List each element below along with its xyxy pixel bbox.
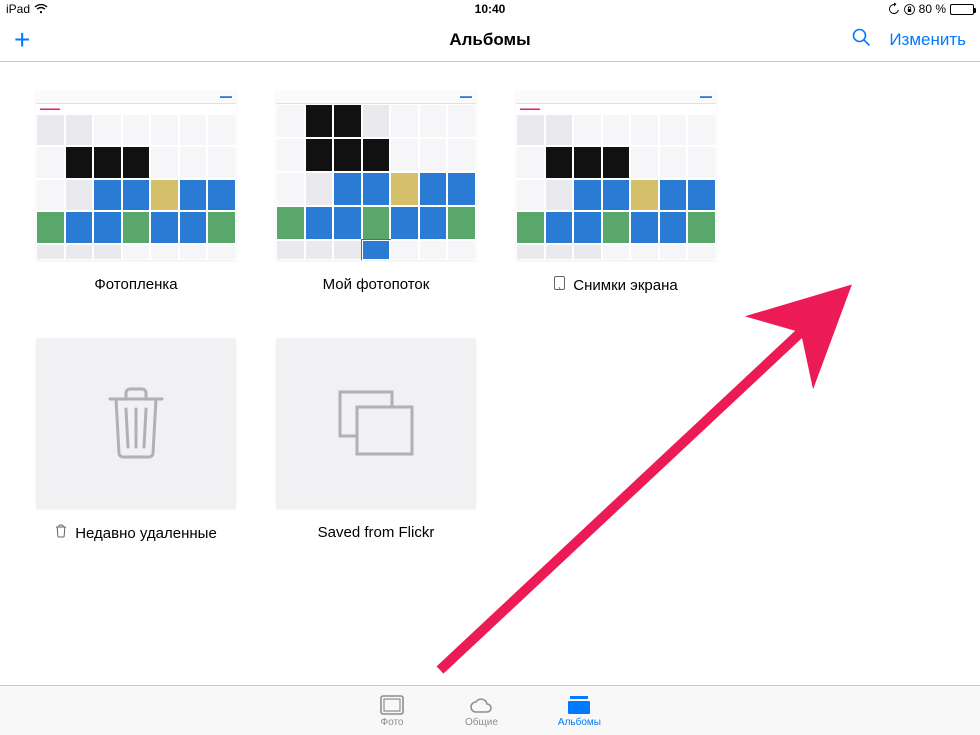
status-left: iPad [6, 2, 48, 16]
device-icon [554, 276, 565, 294]
tab-label: Общие [465, 717, 498, 728]
tab-photos[interactable]: Фото [379, 694, 405, 728]
album-thumbnail: ▬▬ ▬▬▬▬ [36, 90, 236, 260]
search-icon[interactable] [851, 27, 871, 52]
albums-grid: ▬▬ ▬▬▬▬ Фотопленка ▬▬ [36, 90, 944, 542]
album-recently-deleted[interactable]: Недавно удаленные [36, 338, 236, 542]
battery-icon [950, 4, 974, 15]
album-thumbnail: ▬▬ [276, 90, 476, 260]
stack-icon [337, 389, 415, 457]
trash-mini-icon [55, 524, 67, 542]
album-label: Мой фотопоток [323, 276, 430, 293]
nav-left: + [14, 26, 30, 54]
edit-button[interactable]: Изменить [889, 30, 966, 50]
add-button[interactable]: + [14, 26, 30, 54]
content: ▬▬ ▬▬▬▬ Фотопленка ▬▬ [0, 62, 980, 570]
album-label: Saved from Flickr [318, 524, 435, 541]
wifi-icon [34, 4, 48, 14]
album-screenshots[interactable]: ▬▬ ▬▬▬▬ Снимки экрана [516, 90, 716, 294]
tab-albums[interactable]: Альбомы [558, 694, 601, 728]
album-thumbnail: ▬▬ ▬▬▬▬ [516, 90, 716, 260]
sync-icon [888, 3, 900, 15]
trash-icon [104, 385, 168, 461]
nav-right: Изменить [851, 27, 966, 52]
album-label-text: Снимки экрана [573, 277, 677, 294]
cloud-icon [468, 694, 494, 716]
tab-shared[interactable]: Общие [465, 694, 498, 728]
album-photostream[interactable]: ▬▬ Мой фотопоток [276, 90, 476, 294]
album-label-text: Недавно удаленные [75, 525, 217, 542]
album-saved-from-flickr[interactable]: Saved from Flickr [276, 338, 476, 542]
status-time: 10:40 [475, 2, 506, 16]
albums-icon [566, 694, 592, 716]
orientation-lock-icon [904, 4, 915, 15]
tab-label: Фото [381, 717, 404, 728]
photos-icon [379, 694, 405, 716]
status-bar: iPad 10:40 80 % [0, 0, 980, 18]
status-right: 80 % [888, 2, 974, 16]
album-camera-roll[interactable]: ▬▬ ▬▬▬▬ Фотопленка [36, 90, 236, 294]
album-thumbnail [276, 338, 476, 508]
album-label: Снимки экрана [554, 276, 677, 294]
page-title: Альбомы [449, 30, 530, 50]
nav-bar: + Альбомы Изменить [0, 18, 980, 62]
album-label: Недавно удаленные [55, 524, 217, 542]
album-thumbnail [36, 338, 236, 508]
device-label: iPad [6, 2, 30, 16]
tab-label: Альбомы [558, 717, 601, 728]
battery-percent: 80 % [919, 2, 946, 16]
tab-bar: Фото Общие Альбомы [0, 685, 980, 735]
album-label: Фотопленка [94, 276, 177, 293]
